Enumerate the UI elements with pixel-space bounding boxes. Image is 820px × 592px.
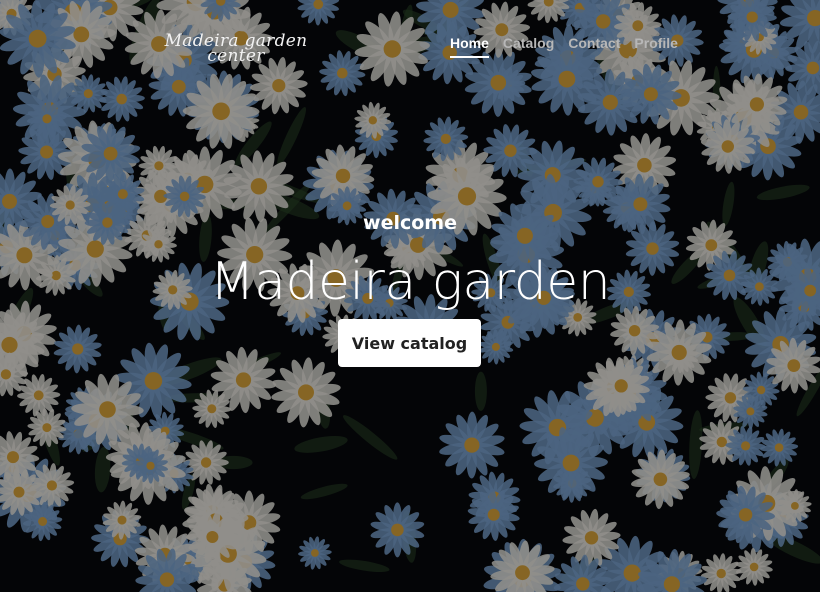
view-catalog-button[interactable]: View catalog — [338, 319, 481, 367]
hero-section: Madeira garden center Home Catalog Conta… — [0, 0, 820, 592]
hero-title: Madeira garden — [209, 252, 611, 312]
brand-logo[interactable]: Madeira garden center — [160, 33, 312, 66]
nav-catalog[interactable]: Catalog — [503, 35, 554, 58]
main-nav: Home Catalog Contact Profile — [450, 35, 678, 58]
nav-profile[interactable]: Profile — [634, 35, 678, 58]
welcome-text: welcome — [363, 212, 457, 234]
nav-home[interactable]: Home — [450, 35, 489, 58]
nav-contact[interactable]: Contact — [568, 35, 620, 58]
brand-logo-line2: center — [207, 46, 265, 66]
